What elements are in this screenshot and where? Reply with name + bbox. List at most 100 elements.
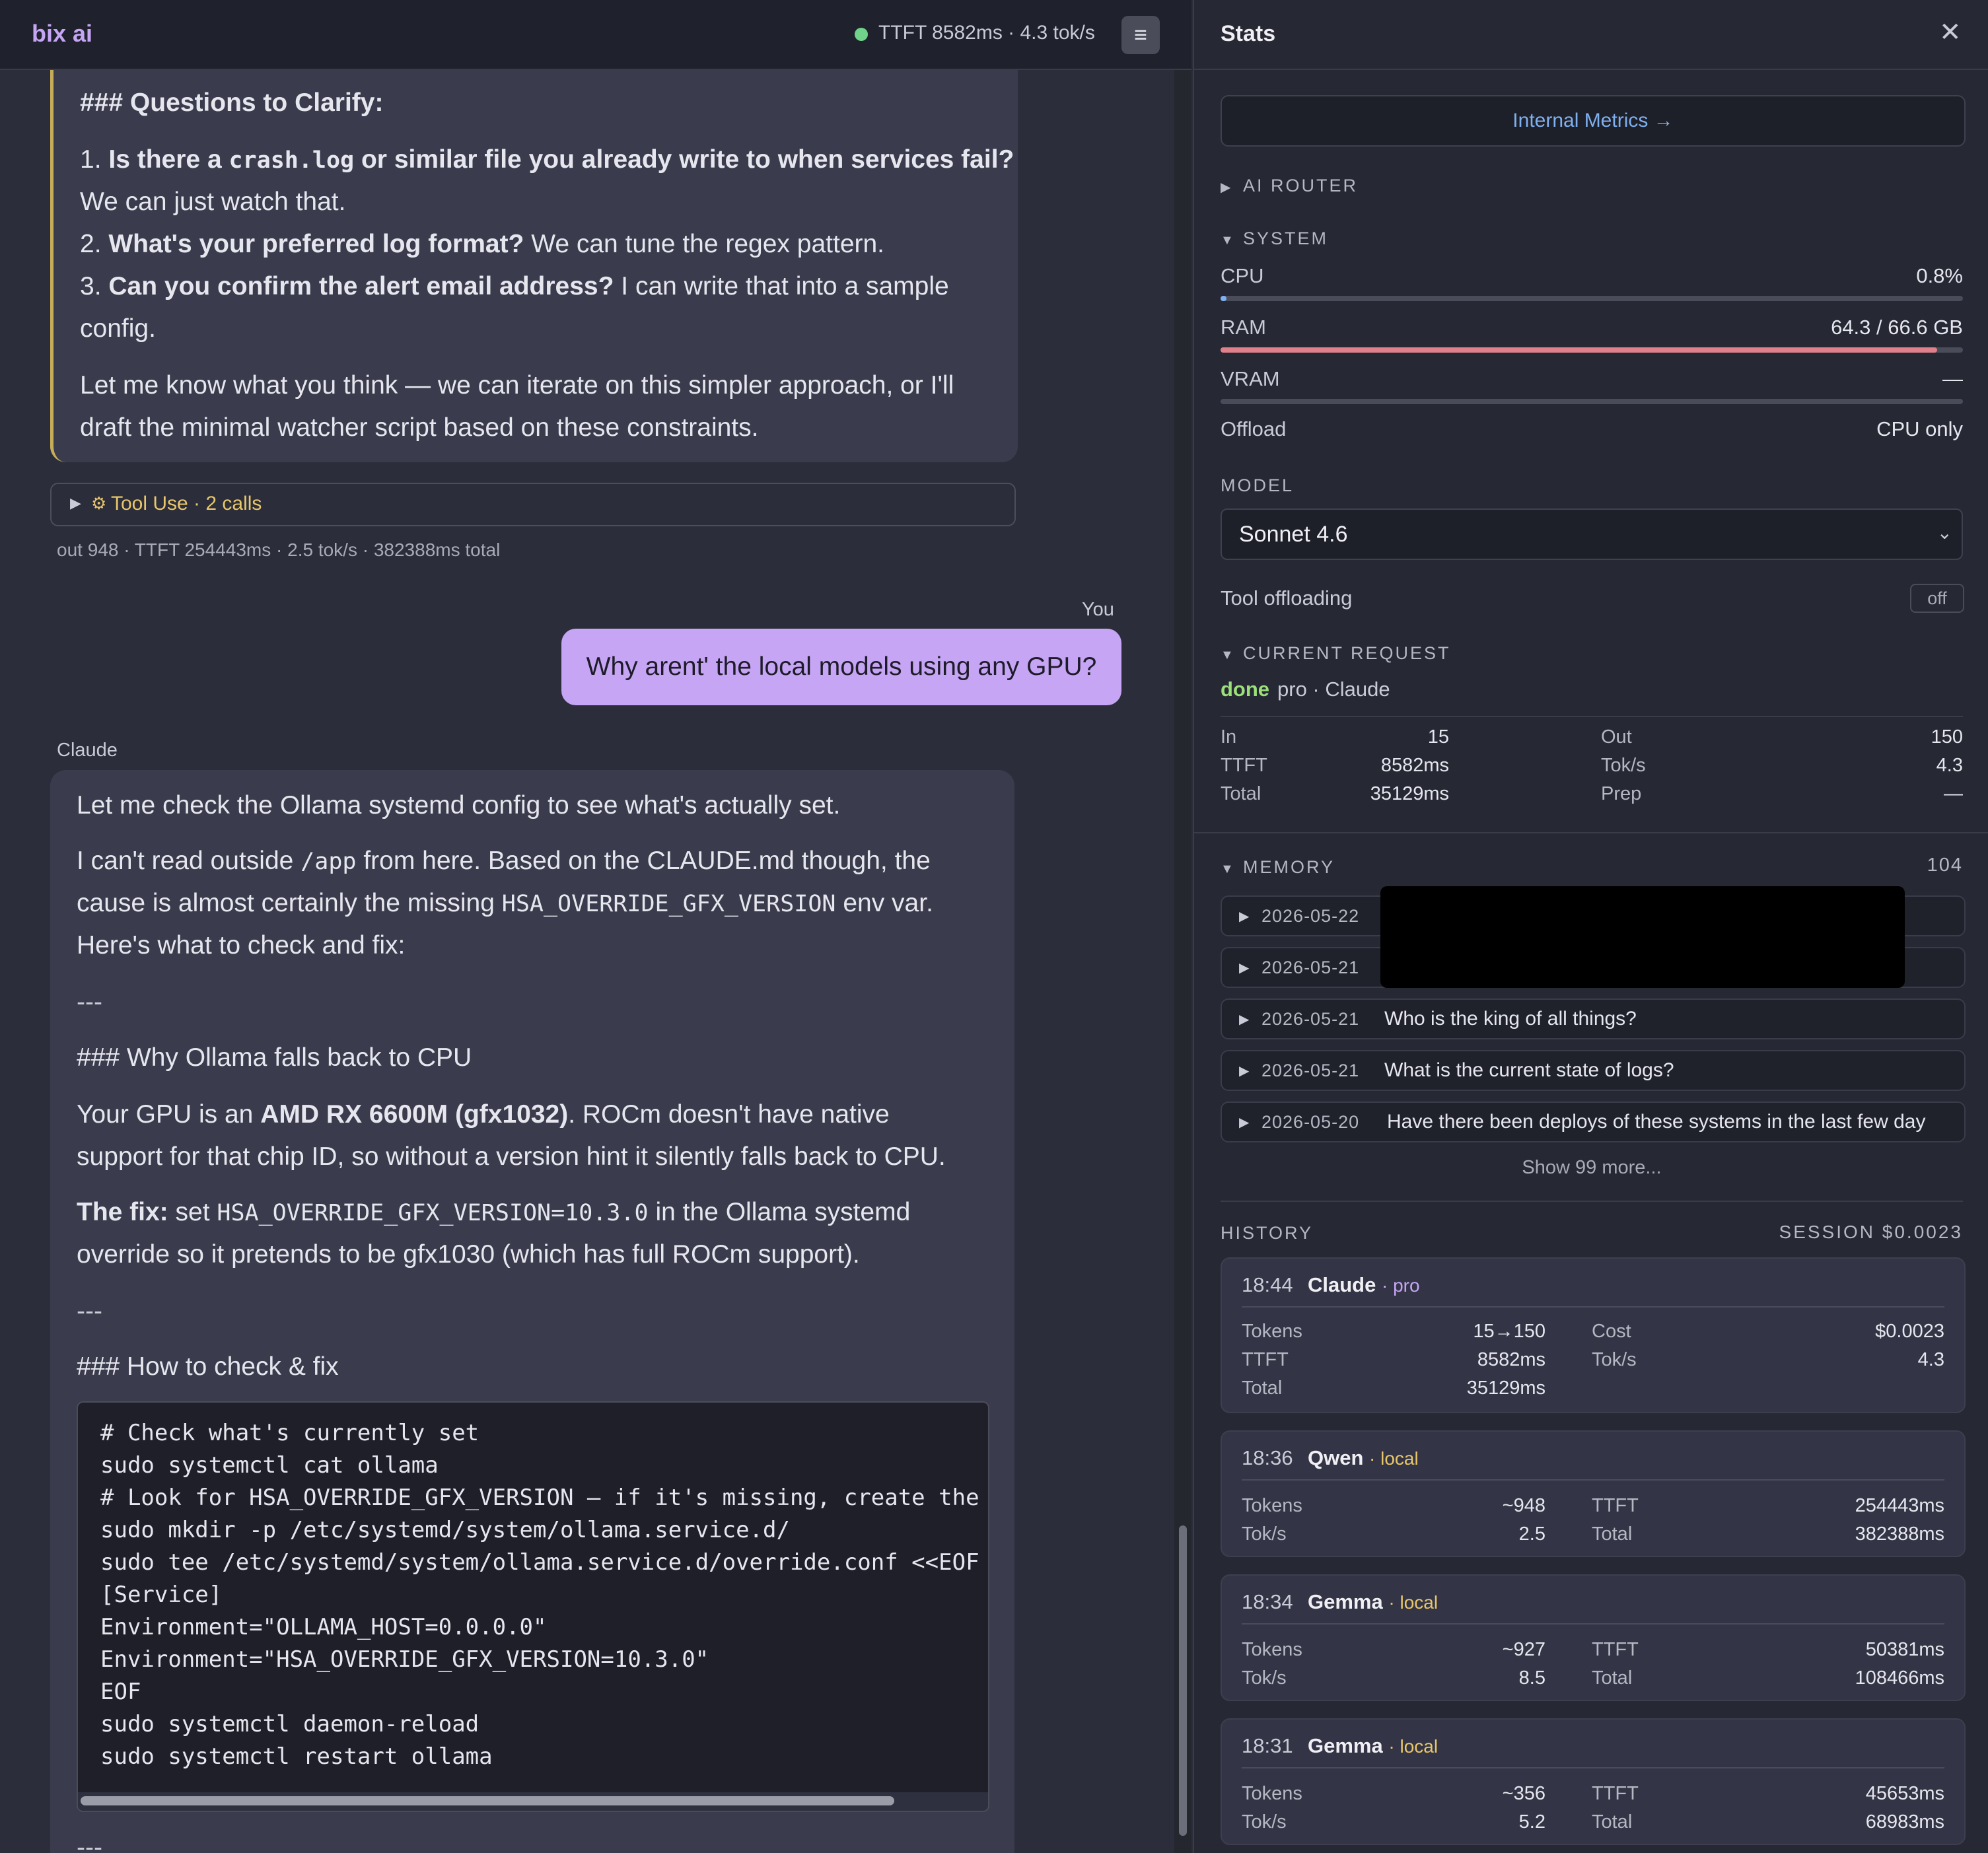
expand-triangle-icon: ▶ xyxy=(70,495,81,511)
horizontal-rule: --- xyxy=(77,988,102,1016)
memory-count: 104 xyxy=(1927,855,1963,876)
memory-item[interactable]: ▶ 2026-05-21 Who is the king of all thin… xyxy=(1221,998,1966,1039)
vram-bar xyxy=(1221,399,1963,404)
memory-item[interactable]: ▶ 2026-05-20 Have there been deploys of … xyxy=(1221,1101,1966,1142)
expand-triangle-icon: ▶ xyxy=(1239,961,1250,975)
tool-offloading-label: Tool offloading xyxy=(1221,586,1353,610)
paragraph: support for that chip ID, so without a v… xyxy=(77,1142,946,1171)
code-scrollbar-thumb[interactable] xyxy=(81,1796,894,1805)
ttft-label: TTFT xyxy=(1242,1349,1289,1370)
memory-date: 2026-05-21 xyxy=(1261,1009,1360,1029)
ttft-value: 254443ms xyxy=(1855,1495,1944,1516)
toks-label: Tok/s xyxy=(1242,1667,1287,1689)
session-cost: SESSION $0.0023 xyxy=(1779,1222,1963,1242)
history-model: Claude · pro xyxy=(1308,1273,1420,1296)
memory-item[interactable]: ▶ 2026-05-21 What is the current state o… xyxy=(1221,1050,1966,1091)
close-icon[interactable]: ✕ xyxy=(1939,17,1962,48)
memory-question: Have there been deploys of these systems… xyxy=(1387,1111,1926,1133)
tool-offloading-toggle[interactable]: off xyxy=(1910,584,1964,613)
chat-scrollbar-thumb[interactable] xyxy=(1179,1525,1187,1836)
history-card[interactable]: 18:31 Gemma · local Tokens ~356 TTFT 456… xyxy=(1221,1718,1966,1845)
ttft-label: TTFT xyxy=(1221,755,1267,776)
question-1-cont: We can just watch that. xyxy=(80,188,346,216)
total-value: 35129ms xyxy=(1370,783,1449,804)
assistant-label: Claude xyxy=(57,740,118,761)
expand-triangle-icon: ▶ xyxy=(1239,1115,1250,1130)
paragraph: Let me check the Ollama systemd config t… xyxy=(77,791,841,820)
memory-question: What is the current state of logs? xyxy=(1384,1059,1674,1081)
total-value: 382388ms xyxy=(1855,1523,1944,1545)
status-text: TTFT 8582ms · 4.3 tok/s xyxy=(878,22,1095,44)
heading-why: ### Why Ollama falls back to CPU xyxy=(77,1043,472,1072)
history-time: 18:34 xyxy=(1242,1590,1293,1613)
tool-use-toggle[interactable]: ▶ ⚙ Tool Use · 2 calls xyxy=(50,483,1016,526)
in-label: In xyxy=(1221,726,1237,748)
collapse-triangle-icon: ▼ xyxy=(1221,862,1236,876)
divider xyxy=(1194,832,1988,833)
question-3-cont: config. xyxy=(80,314,156,343)
expand-triangle-icon: ▶ xyxy=(1221,180,1233,195)
memory-date: 2026-05-21 xyxy=(1261,1061,1360,1080)
section-memory[interactable]: ▼ MEMORY xyxy=(1221,857,1335,878)
section-current-request[interactable]: ▼ CURRENT REQUEST xyxy=(1221,643,1451,664)
toks-value: 2.5 xyxy=(1518,1523,1545,1545)
show-more-link[interactable]: Show 99 more... xyxy=(1194,1157,1988,1179)
divider xyxy=(1242,1306,1944,1308)
request-status: done xyxy=(1221,678,1270,701)
prep-value: — xyxy=(1944,783,1963,804)
memory-date: 2026-05-20 xyxy=(1261,1112,1360,1132)
app-title: bix ai xyxy=(32,20,93,47)
code-scrollbar[interactable] xyxy=(78,1792,988,1811)
divider xyxy=(1221,716,1963,717)
ttft-value: 45653ms xyxy=(1865,1783,1944,1804)
chevron-down-icon: ⌄ xyxy=(1936,522,1952,543)
section-history: HISTORY xyxy=(1221,1223,1314,1243)
history-card[interactable]: 18:44 Claude · pro Tokens 15→150 Cost $0… xyxy=(1221,1257,1966,1413)
status-dot-icon xyxy=(855,28,868,41)
tokens-value: ~948 xyxy=(1502,1495,1545,1516)
vram-label: VRAM xyxy=(1221,367,1280,390)
divider xyxy=(1242,1767,1944,1768)
paragraph: Your GPU is an AMD RX 6600M (gfx1032). R… xyxy=(77,1100,890,1129)
section-system[interactable]: ▼ SYSTEM xyxy=(1221,228,1328,249)
toks-value: 5.2 xyxy=(1518,1811,1545,1833)
paragraph: I can't read outside /app from here. Bas… xyxy=(77,847,931,875)
collapse-triangle-icon: ▼ xyxy=(1221,233,1236,248)
history-card[interactable]: 18:36 Qwen · local Tokens ~948 TTFT 2544… xyxy=(1221,1430,1966,1557)
request-meta: pro · Claude xyxy=(1277,678,1390,701)
total-label: Total xyxy=(1242,1378,1283,1399)
internal-metrics-button[interactable]: Internal Metrics → xyxy=(1221,95,1966,147)
toks-label: Tok/s xyxy=(1601,755,1646,776)
tool-use-label: Tool Use · 2 calls xyxy=(111,493,262,514)
message-stats: out 948 · TTFT 254443ms · 2.5 tok/s · 38… xyxy=(57,540,501,560)
divider xyxy=(1221,1201,1963,1202)
history-time: 18:36 xyxy=(1242,1446,1293,1469)
top-bar: bix ai TTFT 8582ms · 4.3 tok/s ≡ xyxy=(0,0,1191,70)
section-ai-router[interactable]: ▶ AI ROUTER xyxy=(1221,176,1358,196)
closing-line-1: Let me know what you think — we can iter… xyxy=(80,371,954,400)
assistant-message-previous: ### Questions to Clarify: 1. Is there a … xyxy=(50,40,1018,462)
memory-question: Who is the king of all things? xyxy=(1384,1008,1637,1030)
history-time: 18:44 xyxy=(1242,1273,1293,1296)
chat-pane: ### Questions to Clarify: 1. Is there a … xyxy=(0,0,1191,1853)
ttft-value: 8582ms xyxy=(1477,1349,1545,1370)
model-selected: Sonnet 4.6 xyxy=(1239,522,1348,547)
expand-triangle-icon: ▶ xyxy=(1239,1012,1250,1027)
divider xyxy=(1242,1623,1944,1625)
offload-label: Offload xyxy=(1221,417,1287,440)
code-block[interactable]: # Check what's currently set sudo system… xyxy=(77,1401,989,1812)
memory-date: 2026-05-21 xyxy=(1261,958,1360,977)
horizontal-rule: --- xyxy=(77,1297,102,1325)
history-model: Gemma · local xyxy=(1308,1734,1438,1757)
tokens-value: 15→150 xyxy=(1473,1321,1545,1342)
user-message: Why arent' the local models using any GP… xyxy=(561,629,1121,705)
closing-line-2: draft the minimal watcher script based o… xyxy=(80,413,759,442)
history-card[interactable]: 18:34 Gemma · local Tokens ~927 TTFT 503… xyxy=(1221,1574,1966,1701)
offload-value: CPU only xyxy=(1876,417,1963,440)
model-select[interactable]: Sonnet 4.6 ⌄ xyxy=(1221,508,1963,560)
question-2: 2. What's your preferred log format? We … xyxy=(80,230,885,258)
history-model: Gemma · local xyxy=(1308,1590,1438,1613)
toks-value: 8.5 xyxy=(1518,1667,1545,1689)
menu-button[interactable]: ≡ xyxy=(1121,16,1160,54)
total-label: Total xyxy=(1592,1811,1633,1833)
